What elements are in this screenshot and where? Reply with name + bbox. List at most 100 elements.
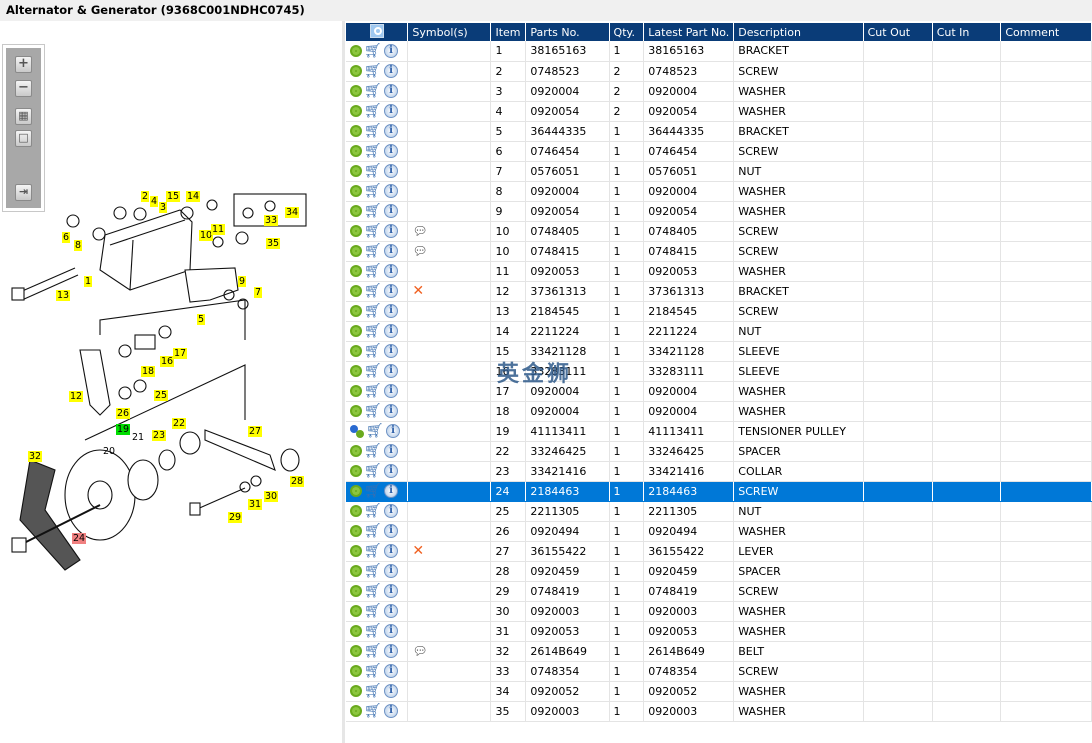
cart-icon[interactable]: 🛒︎: [364, 604, 382, 618]
callout-29[interactable]: 29: [228, 512, 243, 523]
callout-11[interactable]: 11: [211, 224, 226, 235]
cart-icon[interactable]: 🛒︎: [364, 624, 382, 638]
table-row[interactable]: 🛒︎ i 7 0576051 1 0576051 NUT: [346, 161, 1092, 182]
gear-icon[interactable]: [350, 645, 362, 657]
callout-7[interactable]: 7: [254, 287, 263, 298]
gear-icon[interactable]: [350, 385, 362, 397]
callout-15[interactable]: 15: [166, 191, 181, 202]
cart-icon[interactable]: 🛒︎: [364, 324, 382, 338]
cart-icon[interactable]: 🛒︎: [366, 424, 384, 438]
info-icon[interactable]: i: [384, 204, 398, 218]
table-row[interactable]: 🛒︎ i 29 0748419 1 0748419 SCREW: [346, 581, 1092, 602]
info-icon[interactable]: i: [384, 584, 398, 598]
info-icon[interactable]: i: [384, 524, 398, 538]
cart-icon[interactable]: 🛒︎: [364, 84, 382, 98]
gear-icon[interactable]: [350, 625, 362, 637]
table-row[interactable]: 🛒︎ i 33 0748354 1 0748354 SCREW: [346, 661, 1092, 682]
callout-24[interactable]: 24: [72, 533, 87, 544]
gear-icon[interactable]: [350, 205, 362, 217]
callout-23[interactable]: 23: [152, 430, 167, 441]
callout-12[interactable]: 12: [69, 391, 84, 402]
callout-21[interactable]: 21: [131, 432, 145, 443]
info-icon[interactable]: i: [384, 304, 398, 318]
gear-icon[interactable]: [350, 185, 362, 197]
cart-icon[interactable]: 🛒︎: [364, 404, 382, 418]
gear-icon[interactable]: [350, 365, 362, 377]
info-icon[interactable]: i: [384, 43, 398, 58]
callout-18[interactable]: 18: [141, 366, 156, 377]
cart-icon[interactable]: 🛒︎: [364, 264, 382, 278]
cart-icon[interactable]: 🛒︎: [364, 204, 382, 218]
table-row[interactable]: 🛒︎ i 30 0920003 1 0920003 WASHER: [346, 601, 1092, 622]
column-header-cut-out[interactable]: Cut Out: [863, 23, 933, 41]
table-row[interactable]: 🛒︎ i 35 0920003 1 0920003 WASHER: [346, 701, 1092, 722]
table-row[interactable]: 🛒︎ i 16 33283111 1 33283111 SLEEVE: [346, 361, 1092, 382]
comment-icon[interactable]: 💬︎: [412, 644, 427, 658]
actual-size-button[interactable]: □: [15, 130, 32, 147]
callout-25[interactable]: 25: [154, 390, 169, 401]
table-row[interactable]: 🛒︎ i ✕ 12 37361313 1 37361313 BRACKET: [346, 281, 1092, 302]
gear-icon[interactable]: [350, 565, 362, 577]
info-icon[interactable]: i: [384, 344, 398, 358]
table-row[interactable]: 🛒︎ i 3 0920004 2 0920004 WASHER: [346, 81, 1092, 102]
cart-icon[interactable]: 🛒︎: [364, 504, 382, 518]
gear-icon[interactable]: [350, 225, 362, 237]
cart-icon[interactable]: 🛒︎: [364, 44, 382, 58]
callout-35[interactable]: 35: [266, 238, 281, 249]
info-icon[interactable]: i: [384, 464, 398, 478]
table-row[interactable]: 🛒︎ i 14 2211224 1 2211224 NUT: [346, 321, 1092, 342]
gear-icon[interactable]: [350, 525, 362, 537]
callout-4[interactable]: 4: [150, 196, 159, 207]
info-icon[interactable]: i: [384, 644, 398, 658]
comment-icon[interactable]: 💬︎: [412, 224, 427, 238]
info-icon[interactable]: i: [384, 264, 398, 278]
gear-icon[interactable]: [350, 605, 362, 617]
column-header-item[interactable]: Item: [490, 23, 527, 41]
table-row[interactable]: 🛒︎ i 💬︎ 10 0748415 1 0748415 SCREW: [346, 241, 1092, 262]
column-header-parts-no[interactable]: Parts No.: [525, 23, 610, 41]
info-icon[interactable]: i: [384, 544, 398, 558]
gear-icon[interactable]: [350, 465, 362, 477]
info-icon[interactable]: i: [384, 324, 398, 338]
gear-icon[interactable]: [350, 245, 362, 257]
column-header-qty[interactable]: Qty.: [609, 23, 645, 41]
info-icon[interactable]: i: [384, 504, 398, 518]
callout-19[interactable]: 19: [116, 424, 131, 435]
cart-icon[interactable]: 🛒︎: [364, 464, 382, 478]
info-icon[interactable]: i: [384, 244, 398, 258]
gear-icon[interactable]: [350, 105, 362, 117]
gear-icon[interactable]: [350, 345, 362, 357]
table-row[interactable]: 🛒︎ i 1 38165163 1 38165163 BRACKET: [346, 41, 1092, 62]
callout-27[interactable]: 27: [248, 426, 263, 437]
table-row[interactable]: 🛒︎ i 18 0920004 1 0920004 WASHER: [346, 401, 1092, 422]
table-row[interactable]: 🛒︎ i 17 0920004 1 0920004 WASHER: [346, 381, 1092, 402]
cart-icon[interactable]: 🛒︎: [364, 144, 382, 158]
info-icon[interactable]: i: [384, 564, 398, 578]
gear-icon[interactable]: [350, 285, 362, 297]
callout-6[interactable]: 6: [62, 232, 71, 243]
cart-icon[interactable]: 🛒︎: [364, 104, 382, 118]
table-row[interactable]: 🛒︎ i 15 33421128 1 33421128 SLEEVE: [346, 341, 1092, 362]
table-row[interactable]: 🛒︎ i 8 0920004 1 0920004 WASHER: [346, 181, 1092, 202]
cart-icon[interactable]: 🛒︎: [364, 244, 382, 258]
cart-icon[interactable]: 🛒︎: [364, 124, 382, 138]
table-row[interactable]: 🛒︎ i 25 2211305 1 2211305 NUT: [346, 501, 1092, 522]
cart-icon[interactable]: 🛒︎: [364, 544, 382, 558]
table-row[interactable]: 🛒︎ i 31 0920053 1 0920053 WASHER: [346, 621, 1092, 642]
callout-2[interactable]: 2: [141, 191, 150, 202]
info-icon[interactable]: i: [384, 384, 398, 398]
gear-icon[interactable]: [350, 165, 362, 177]
info-icon[interactable]: i: [384, 64, 398, 78]
gear-icon[interactable]: [350, 85, 362, 97]
cart-icon[interactable]: 🛒︎: [364, 644, 382, 658]
cart-icon[interactable]: 🛒︎: [364, 304, 382, 318]
cart-icon[interactable]: 🛒︎: [364, 524, 382, 538]
table-row[interactable]: 🛒︎ i 5 36444335 1 36444335 BRACKET: [346, 121, 1092, 142]
table-row[interactable]: 🛒︎ i 24 2184463 1 2184463 SCREW: [346, 481, 1092, 502]
cart-icon[interactable]: 🛒︎: [364, 184, 382, 198]
gear-icon[interactable]: [350, 685, 362, 697]
column-header-cut-in[interactable]: Cut In: [932, 23, 1002, 41]
callout-32[interactable]: 32: [28, 451, 43, 462]
comment-icon[interactable]: 💬︎: [412, 244, 427, 258]
cart-icon[interactable]: 🛒︎: [364, 344, 382, 358]
